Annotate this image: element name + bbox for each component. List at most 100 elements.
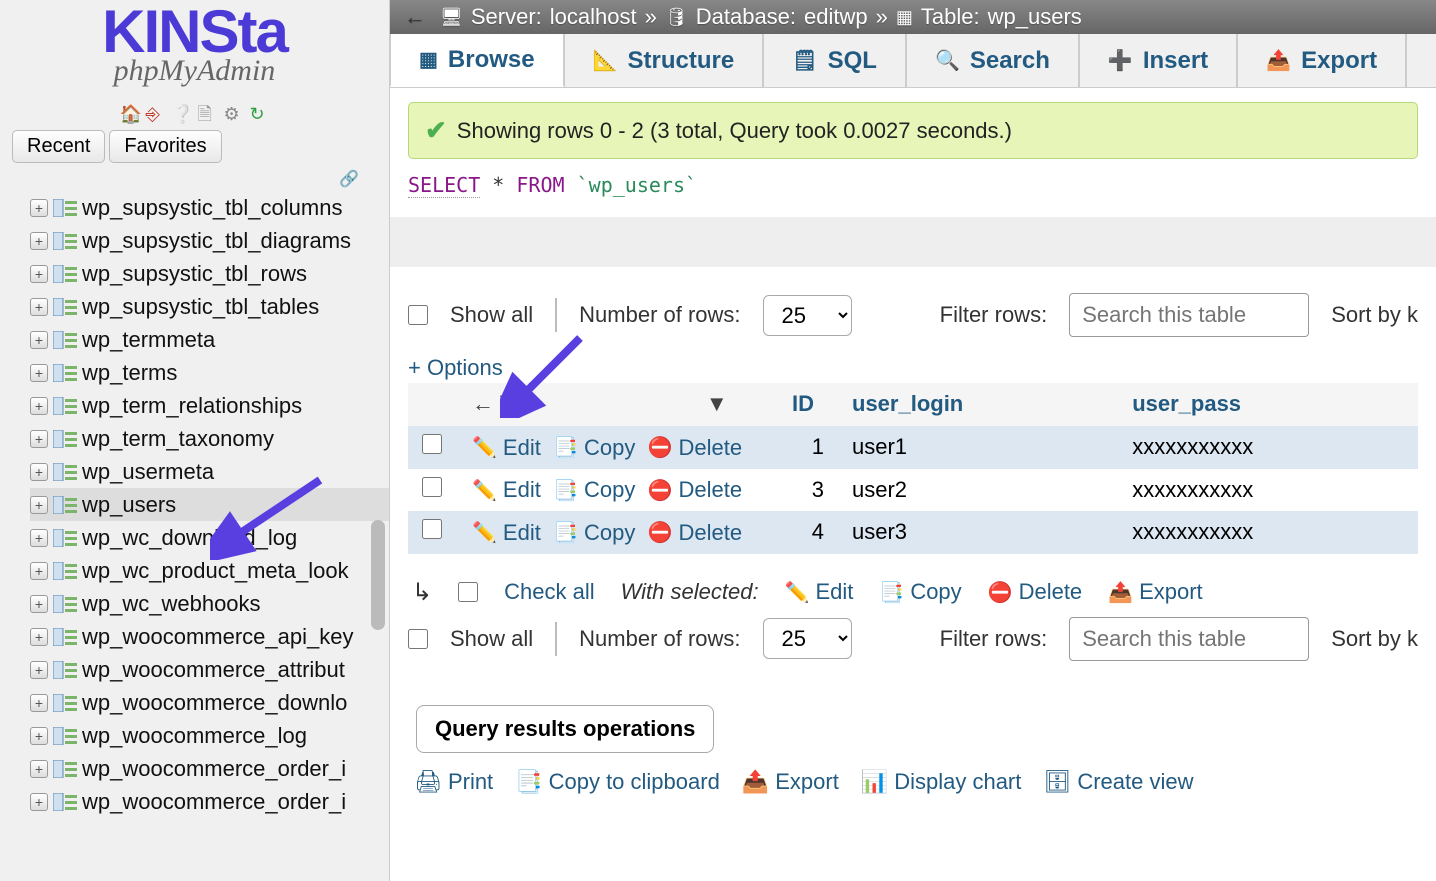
bulk-copy[interactable]: 📑Copy — [879, 579, 961, 605]
expand-icon[interactable]: + — [30, 265, 48, 283]
table-tree[interactable]: +wp_supsystic_tbl_columns+wp_supsystic_t… — [0, 191, 389, 881]
expand-icon[interactable]: + — [30, 661, 48, 679]
row-checkbox[interactable] — [422, 477, 442, 497]
expand-icon[interactable]: + — [30, 793, 48, 811]
row-copy[interactable]: 📑Copy — [553, 520, 635, 546]
check-all-label[interactable]: Check all — [504, 579, 594, 605]
row-delete[interactable]: ⛔Delete — [648, 520, 743, 546]
tab-sql[interactable]: 🗒SQL — [763, 34, 906, 87]
ops-chart[interactable]: 📊Display chart — [861, 769, 1022, 795]
doc-icon[interactable]: 🗎 — [198, 104, 218, 124]
expand-icon[interactable]: + — [30, 562, 48, 580]
tree-item-wp_termmeta[interactable]: +wp_termmeta — [30, 323, 389, 356]
bulk-delete[interactable]: ⛔Delete — [988, 579, 1083, 605]
expand-icon[interactable]: + — [30, 331, 48, 349]
th-user-pass[interactable]: user_pass — [1118, 383, 1418, 426]
tree-item-wp_term_taxonomy[interactable]: +wp_term_taxonomy — [30, 422, 389, 455]
expand-icon[interactable]: + — [30, 595, 48, 613]
tab-search[interactable]: 🔍Search — [906, 34, 1079, 87]
num-rows-select-2[interactable]: 25 — [763, 618, 852, 659]
favorites-button[interactable]: Favorites — [109, 130, 221, 163]
chain-icon[interactable]: 🔗 — [339, 171, 359, 188]
tree-item-wp_supsystic_tbl_diagrams[interactable]: +wp_supsystic_tbl_diagrams — [30, 224, 389, 257]
options-toggle[interactable]: + Options — [408, 355, 1418, 381]
bc-server-value[interactable]: localhost — [550, 4, 637, 30]
tab-insert[interactable]: ➕Insert — [1079, 34, 1237, 87]
expand-icon[interactable]: + — [30, 727, 48, 745]
ops-create-view[interactable]: 🗄Create view — [1043, 769, 1193, 795]
bulk-export[interactable]: 📤Export — [1108, 579, 1203, 605]
reload-icon[interactable]: ↻ — [250, 104, 270, 124]
back-arrow-icon[interactable]: ← — [398, 4, 432, 30]
tree-item-wp_woocommerce_log[interactable]: +wp_woocommerce_log — [30, 719, 389, 752]
filter-input-2[interactable] — [1069, 617, 1309, 661]
num-rows-select[interactable]: 25 — [763, 295, 852, 336]
help-icon[interactable]: ❔ — [172, 104, 192, 124]
tree-item-wp_supsystic_tbl_tables[interactable]: +wp_supsystic_tbl_tables — [30, 290, 389, 323]
tree-item-wp_woocommerce_downlo[interactable]: +wp_woocommerce_downlo — [30, 686, 389, 719]
tab-imp[interactable]: 📥Imp — [1406, 34, 1436, 87]
ops-print[interactable]: 🖨Print — [414, 769, 493, 795]
scrollbar[interactable] — [371, 520, 385, 630]
row-checkbox[interactable] — [422, 434, 442, 454]
row-delete[interactable]: ⛔Delete — [648, 477, 743, 503]
filter-input[interactable] — [1069, 293, 1309, 337]
row-copy[interactable]: 📑Copy — [553, 435, 635, 461]
bc-db-value[interactable]: editwp — [804, 4, 868, 30]
num-rows-label-2: Number of rows: — [579, 626, 740, 652]
row-edit[interactable]: ✏️Edit — [472, 477, 541, 503]
row-checkbox[interactable] — [422, 519, 442, 539]
exit-icon[interactable]: ⎆ — [146, 104, 166, 124]
tree-label: wp_woocommerce_attribut — [82, 657, 345, 683]
expand-icon[interactable]: + — [30, 199, 48, 217]
bulk-edit[interactable]: ✏️Edit — [785, 579, 854, 605]
expand-icon[interactable]: + — [30, 232, 48, 250]
cell-user-login: user2 — [838, 469, 1118, 512]
tab-browse[interactable]: ▦Browse — [390, 34, 564, 87]
tree-item-wp_supsystic_tbl_rows[interactable]: +wp_supsystic_tbl_rows — [30, 257, 389, 290]
check-all-checkbox[interactable] — [458, 582, 478, 602]
tree-item-wp_term_relationships[interactable]: +wp_term_relationships — [30, 389, 389, 422]
show-all-checkbox[interactable] — [408, 305, 428, 325]
row-copy[interactable]: 📑Copy — [553, 477, 635, 503]
sort-control[interactable]: ← T → ▼ — [458, 383, 778, 426]
tree-item-wp_woocommerce_order_i[interactable]: +wp_woocommerce_order_i — [30, 752, 389, 785]
ops-copy-clipboard[interactable]: 📑Copy to clipboard — [515, 769, 720, 795]
home-icon[interactable]: 🏠 — [120, 104, 140, 124]
tree-item-wp_woocommerce_api_key[interactable]: +wp_woocommerce_api_key — [30, 620, 389, 653]
tree-item-wp_supsystic_tbl_columns[interactable]: +wp_supsystic_tbl_columns — [30, 191, 389, 224]
th-user-login[interactable]: user_login — [838, 383, 1118, 426]
tree-item-wp_wc_product_meta_look[interactable]: +wp_wc_product_meta_look — [30, 554, 389, 587]
tab-export[interactable]: 📤Export — [1237, 34, 1406, 87]
tree-item-wp_woocommerce_attribut[interactable]: + wp_woocommerce_attribut — [30, 653, 389, 686]
expand-icon[interactable]: + — [30, 430, 48, 448]
row-edit[interactable]: ✏️Edit — [472, 435, 541, 461]
expand-icon[interactable]: + — [30, 760, 48, 778]
ops-export[interactable]: 📤Export — [742, 769, 839, 795]
recent-button[interactable]: Recent — [12, 130, 105, 163]
th-id[interactable]: ID — [778, 383, 838, 426]
tab-structure[interactable]: 📐Structure — [564, 34, 764, 87]
tree-item-wp_users[interactable]: +wp_users — [30, 488, 389, 521]
bc-table-value[interactable]: wp_users — [988, 4, 1082, 30]
expand-icon[interactable]: + — [30, 496, 48, 514]
row-edit[interactable]: ✏️Edit — [472, 520, 541, 546]
expand-icon[interactable]: + — [30, 463, 48, 481]
expand-icon[interactable]: + — [30, 694, 48, 712]
gear-icon[interactable]: ⚙ — [224, 104, 244, 124]
show-all-checkbox-2[interactable] — [408, 629, 428, 649]
expand-icon[interactable]: + — [30, 397, 48, 415]
table-icon — [53, 430, 77, 448]
row-controls-bottom: Show all Number of rows: 25 Filter rows:… — [408, 617, 1418, 661]
tree-item-wp_terms[interactable]: +wp_terms — [30, 356, 389, 389]
expand-icon[interactable]: + — [30, 298, 48, 316]
tree-item-wp_wc_download_log[interactable]: + wp_wc_download_log — [30, 521, 389, 554]
tree-item-wp_woocommerce_order_i[interactable]: +wp_woocommerce_order_i — [30, 785, 389, 818]
tree-item-wp_usermeta[interactable]: +wp_usermeta — [30, 455, 389, 488]
tree-item-wp_wc_webhooks[interactable]: +wp_wc_webhooks — [30, 587, 389, 620]
expand-icon[interactable]: + — [30, 529, 48, 547]
expand-icon[interactable]: + — [30, 364, 48, 382]
tree-label: wp_wc_download_log — [82, 525, 297, 551]
row-delete[interactable]: ⛔Delete — [648, 435, 743, 461]
expand-icon[interactable]: + — [30, 628, 48, 646]
